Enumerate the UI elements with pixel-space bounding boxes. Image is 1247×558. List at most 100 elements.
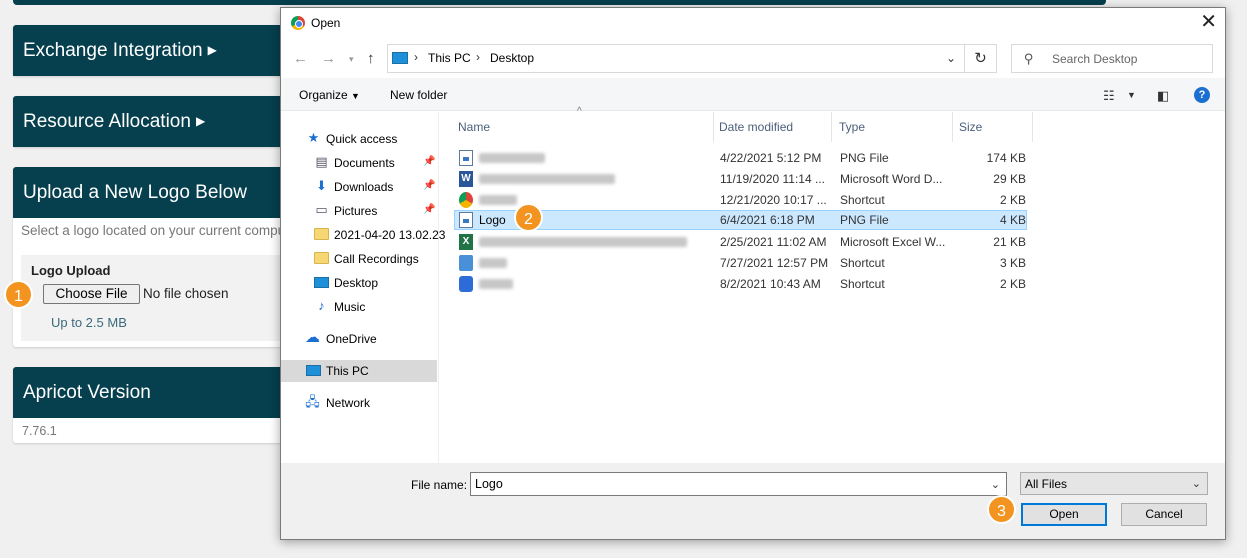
back-arrow-icon[interactable]: ← (293, 50, 308, 67)
nav-desktop[interactable]: Desktop (281, 272, 437, 294)
organize-menu[interactable]: Organize ▼ (299, 88, 360, 102)
file-type-select[interactable]: All Files ⌄ (1020, 472, 1208, 495)
exchange-integration-header[interactable]: Exchange Integration ▶ (13, 25, 313, 76)
breadcrumb-separator-icon: › (414, 50, 418, 64)
computer-icon (306, 365, 321, 376)
forward-arrow-icon[interactable]: → (321, 50, 336, 67)
up-arrow-icon[interactable]: ↑ (367, 50, 375, 67)
pictures-icon: ▭ (315, 202, 328, 217)
open-file-dialog: Open ✕ ← → ▾ ↑ › This PC › Desktop ⌄ ↻ ⚲… (280, 7, 1226, 540)
size-limit-text: Up to 2.5 MB (51, 315, 127, 330)
pin-icon: 📌 (423, 180, 436, 191)
chrome-icon (291, 16, 305, 30)
view-options-icon[interactable]: ☷ (1103, 88, 1115, 104)
nav-network[interactable]: 🖧 Network (281, 392, 437, 414)
file-type: PNG File (840, 151, 889, 165)
refresh-icon[interactable]: ↻ (965, 44, 997, 73)
column-header-name[interactable]: Name (452, 112, 714, 142)
cancel-button[interactable]: Cancel (1121, 503, 1207, 526)
png-file-icon (459, 212, 473, 228)
nav-label: Call Recordings (334, 252, 419, 266)
file-type: Shortcut (840, 193, 885, 207)
nav-pictures[interactable]: ▭ Pictures 📌 (281, 200, 437, 222)
file-row[interactable]: 7/27/2021 12:57 PM Shortcut 3 KB (454, 253, 1027, 273)
file-type: Microsoft Excel W... (840, 235, 946, 249)
nav-downloads[interactable]: ⬇ Downloads 📌 (281, 176, 437, 198)
nav-documents[interactable]: ▤ Documents 📌 (281, 152, 437, 174)
file-name-redacted (479, 279, 513, 289)
nav-label: Music (334, 300, 366, 314)
navigation-pane: ★ Quick access ▤ Documents 📌 ⬇ Downloads… (281, 112, 445, 463)
shortcut-icon (459, 255, 473, 271)
nav-this-pc[interactable]: This PC (281, 360, 437, 382)
file-name-input[interactable]: Logo ⌄ (470, 472, 1007, 496)
close-icon[interactable]: ✕ (1200, 12, 1217, 32)
file-list: ^ Name Date modified Type Size 4/22/2021… (439, 106, 1225, 463)
pin-icon: 📌 (423, 204, 436, 215)
chevron-down-icon: ▼ (351, 91, 360, 101)
file-size: 21 KB (993, 235, 1026, 249)
resource-allocation-header[interactable]: Resource Allocation ▶ (13, 96, 313, 147)
resource-allocation-card[interactable]: Resource Allocation ▶ (13, 96, 313, 147)
column-header-date-modified[interactable]: Date modified (713, 112, 832, 142)
png-file-icon (459, 150, 473, 166)
search-box[interactable]: ⚲ Search Desktop (1011, 44, 1213, 73)
file-type: Shortcut (840, 277, 885, 291)
preview-pane-icon[interactable]: ◧ (1157, 88, 1169, 104)
file-name-redacted (479, 258, 507, 268)
music-note-icon: ♪ (318, 298, 325, 313)
file-row[interactable]: 12/21/2020 10:17 ... Shortcut 2 KB (454, 190, 1027, 210)
nav-call-recordings[interactable]: Call Recordings (281, 248, 437, 270)
nav-folder-2021-04-20[interactable]: 2021-04-20 13.02.23 (281, 224, 445, 246)
nav-label: This PC (326, 364, 369, 378)
file-row[interactable]: 4/22/2021 5:12 PM PNG File 174 KB (454, 148, 1027, 168)
file-row[interactable]: 8/2/2021 10:43 AM Shortcut 2 KB (454, 274, 1027, 294)
file-row[interactable]: X 2/25/2021 11:02 AM Microsoft Excel W..… (454, 232, 1027, 252)
nav-onedrive[interactable]: ☁ OneDrive (281, 328, 437, 350)
column-header-size[interactable]: Size (953, 112, 1033, 142)
help-icon[interactable]: ? (1194, 87, 1210, 103)
file-type: PNG File (840, 213, 889, 227)
expand-triangle-icon: ▶ (195, 114, 206, 128)
nav-quick-access[interactable]: ★ Quick access (281, 128, 437, 150)
column-header-type[interactable]: Type (833, 112, 953, 142)
file-type-value: All Files (1025, 477, 1068, 491)
nav-label: Downloads (334, 180, 394, 194)
word-document-icon: W (459, 171, 473, 187)
nav-label: OneDrive (326, 332, 377, 346)
open-button[interactable]: Open (1021, 503, 1107, 526)
file-date: 12/21/2020 10:17 ... (720, 193, 827, 207)
file-row[interactable]: W 11/19/2020 11:14 ... Microsoft Word D.… (454, 169, 1027, 189)
file-name-value: Logo (475, 477, 503, 491)
new-folder-button[interactable]: New folder (390, 88, 447, 102)
choose-file-button[interactable]: Choose File (43, 284, 140, 304)
shortcut-icon (459, 276, 473, 292)
navigation-bar: ← → ▾ ↑ › This PC › Desktop ⌄ ↻ ⚲ Search… (281, 38, 1225, 78)
chevron-down-icon[interactable]: ⌄ (991, 478, 1000, 491)
upload-logo-header: Upload a New Logo Below (13, 167, 313, 218)
command-bar: Organize ▼ New folder ☷ ▼ ◧ ? (281, 78, 1225, 111)
file-size: 174 KB (986, 151, 1026, 165)
file-date: 6/4/2021 6:18 PM (720, 213, 815, 227)
file-type: Microsoft Word D... (840, 172, 943, 186)
file-date: 8/2/2021 10:43 AM (720, 277, 821, 291)
chevron-down-icon: ⌄ (1191, 478, 1201, 490)
breadcrumb-desktop[interactable]: Desktop (490, 51, 534, 65)
search-icon: ⚲ (1024, 51, 1034, 66)
address-dropdown-icon[interactable]: ⌄ (946, 51, 956, 65)
view-dropdown-chevron-icon[interactable]: ▼ (1127, 90, 1136, 100)
apricot-version-title: Apricot Version (23, 382, 151, 403)
address-bar[interactable]: › This PC › Desktop ⌄ (387, 44, 965, 73)
exchange-integration-title: Exchange Integration (23, 40, 203, 61)
file-size: 4 KB (999, 213, 1026, 227)
file-type: Shortcut (840, 256, 885, 270)
dialog-titlebar: Open ✕ (281, 8, 1225, 38)
exchange-integration-card[interactable]: Exchange Integration ▶ (13, 25, 313, 76)
no-file-chosen-text: No file chosen (143, 286, 229, 301)
upload-logo-card: Upload a New Logo Below Select a logo lo… (13, 167, 313, 347)
nav-music[interactable]: ♪ Music (281, 296, 437, 318)
logo-upload-label: Logo Upload (31, 263, 111, 278)
breadcrumb-this-pc[interactable]: This PC (428, 51, 471, 65)
dialog-title: Open (311, 16, 341, 30)
recent-locations-chevron-icon[interactable]: ▾ (349, 54, 354, 65)
